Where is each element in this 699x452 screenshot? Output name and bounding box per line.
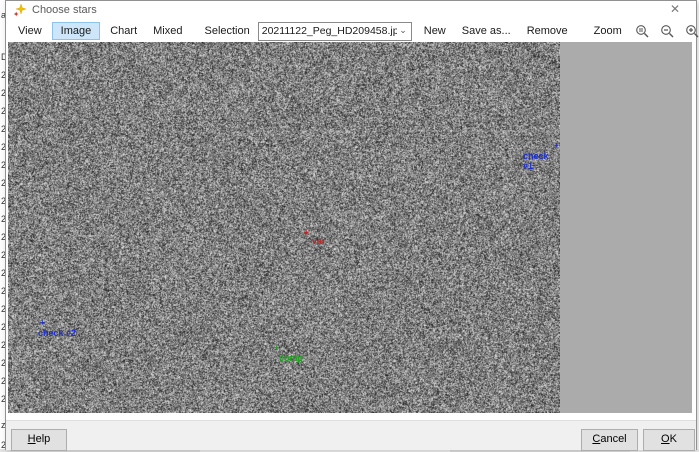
chevron-down-icon: ⌄ <box>397 25 411 38</box>
tab-view[interactable]: View <box>12 22 48 40</box>
help-button[interactable]: Help <box>11 429 67 451</box>
window-title: Choose stars <box>32 4 97 16</box>
star-marker-icon[interactable]: + <box>40 320 45 326</box>
zoom-button[interactable]: Zoom <box>588 22 628 40</box>
close-icon[interactable]: ✕ <box>658 1 692 19</box>
star-marker-icon[interactable]: + <box>554 143 559 149</box>
cancel-button[interactable]: Cancel <box>581 429 638 451</box>
remove-button[interactable]: Remove <box>521 22 574 40</box>
image-side-panel <box>560 42 692 413</box>
zoom-in-icon[interactable] <box>685 23 699 40</box>
zoom-fit-icon[interactable] <box>635 23 650 40</box>
star-sparkle-icon <box>13 4 26 17</box>
save-as-button[interactable]: Save as... <box>456 22 517 40</box>
selection-combobox[interactable]: 20211122_Peg_HD209458.jpg ⌄ <box>258 22 412 41</box>
zoom-out-icon[interactable] <box>660 23 675 40</box>
tab-image[interactable]: Image <box>52 22 101 40</box>
tab-chart[interactable]: Chart <box>104 22 143 40</box>
new-button[interactable]: New <box>418 22 452 40</box>
star-marker-icon[interactable]: + <box>274 345 279 351</box>
choose-stars-dialog: Choose stars ✕ View Image Chart Mixed Se… <box>5 0 697 450</box>
ok-button[interactable]: OK <box>643 429 695 451</box>
selection-value: 20211122_Peg_HD209458.jpg <box>259 25 397 37</box>
star-label[interactable]: var <box>312 236 326 246</box>
star-label[interactable]: check #2 <box>38 328 76 338</box>
title-bar[interactable]: Choose stars ✕ <box>6 1 696 20</box>
tab-mixed[interactable]: Mixed <box>147 22 188 40</box>
image-view: check #1+var+check #2+comp+ <box>6 42 696 413</box>
dialog-footer: Help Cancel OK <box>6 420 696 450</box>
selection-label: Selection <box>204 25 249 37</box>
star-label[interactable]: check #1 <box>523 151 560 171</box>
star-label[interactable]: comp <box>279 353 303 363</box>
toolbar: View Image Chart Mixed Selection 2021112… <box>6 20 696 42</box>
star-marker-icon[interactable]: + <box>304 230 309 236</box>
